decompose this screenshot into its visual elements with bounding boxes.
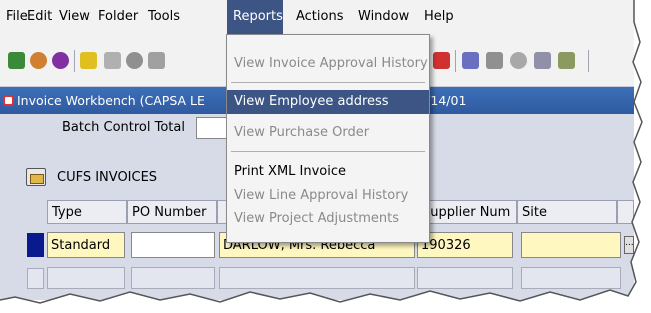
navigator-icon[interactable] bbox=[52, 52, 69, 69]
menu-reports[interactable]: Reports bbox=[227, 0, 283, 34]
menu-separator bbox=[231, 82, 425, 83]
record-indicator[interactable] bbox=[27, 268, 44, 289]
menu-actions[interactable]: Actions bbox=[293, 0, 347, 34]
folder-tools-icon[interactable] bbox=[558, 52, 575, 69]
new-icon[interactable] bbox=[8, 52, 25, 69]
form-window-icon bbox=[3, 95, 14, 106]
menu-folder[interactable]: Folder bbox=[95, 0, 141, 34]
attach-icon[interactable] bbox=[534, 52, 551, 69]
menu-item-view-purchase-order[interactable]: View Purchase Order bbox=[227, 121, 429, 145]
menu-separator bbox=[231, 151, 425, 152]
find-icon[interactable] bbox=[30, 52, 47, 69]
menu-item-print-xml-invoice[interactable]: Print XML Invoice bbox=[227, 160, 429, 184]
column-header-extra bbox=[617, 200, 634, 224]
column-header-po-number[interactable]: PO Number bbox=[127, 200, 217, 224]
folder-name-label: CUFS INVOICES bbox=[57, 170, 158, 185]
po-number-cell[interactable] bbox=[131, 267, 215, 289]
switch-icon[interactable] bbox=[126, 52, 143, 69]
batch-control-total-label: Batch Control Total bbox=[62, 120, 185, 135]
type-cell[interactable]: Standard bbox=[47, 232, 125, 258]
supplier-num-cell[interactable] bbox=[417, 267, 513, 289]
column-header-site[interactable]: Site bbox=[517, 200, 617, 224]
menu-help[interactable]: Help bbox=[421, 0, 457, 34]
toolbar-separator bbox=[455, 50, 456, 72]
site-cell[interactable] bbox=[521, 232, 621, 258]
toolbar-separator bbox=[588, 50, 589, 72]
supplier-num-cell[interactable]: 190326 bbox=[417, 232, 513, 258]
po-number-cell[interactable] bbox=[131, 232, 215, 258]
translate-icon[interactable] bbox=[510, 52, 527, 69]
toolbar-separator bbox=[74, 50, 75, 72]
screenshot-frame: File Edit View Folder Tools Reports Acti… bbox=[0, 0, 651, 313]
menu-item-view-project-adjustments[interactable]: View Project Adjustments bbox=[227, 207, 429, 231]
edit-icon[interactable] bbox=[462, 52, 479, 69]
list-of-values-button[interactable]: ... bbox=[624, 236, 634, 254]
print-icon[interactable] bbox=[148, 52, 165, 69]
reports-menu-dropdown: View Invoice Approval History View Emplo… bbox=[226, 34, 430, 243]
menu-item-view-line-approval-history[interactable]: View Line Approval History bbox=[227, 184, 429, 208]
menu-edit[interactable]: Edit bbox=[24, 0, 55, 34]
next-step-icon[interactable] bbox=[104, 52, 121, 69]
menu-item-view-employee-address[interactable]: View Employee address bbox=[227, 90, 429, 114]
folder-icon[interactable] bbox=[26, 168, 46, 186]
menu-item-view-invoice-approval-history[interactable]: View Invoice Approval History bbox=[227, 52, 429, 76]
zoom-icon[interactable] bbox=[486, 52, 503, 69]
supplier-name-cell[interactable] bbox=[219, 267, 415, 289]
save-icon[interactable] bbox=[80, 52, 97, 69]
column-header-type[interactable]: Type bbox=[47, 200, 127, 224]
menu-window[interactable]: Window bbox=[355, 0, 412, 34]
oracle-forms-window: File Edit View Folder Tools Reports Acti… bbox=[0, 0, 634, 300]
menu-tools[interactable]: Tools bbox=[145, 0, 183, 34]
menu-bar: File Edit View Folder Tools Reports Acti… bbox=[0, 0, 634, 34]
site-cell[interactable] bbox=[521, 267, 621, 289]
column-header-supplier-num[interactable]: Supplier Num bbox=[417, 200, 517, 224]
current-record-indicator[interactable] bbox=[27, 233, 44, 257]
close-form-icon[interactable] bbox=[433, 52, 450, 69]
type-cell[interactable] bbox=[47, 267, 125, 289]
form-title: Invoice Workbench (CAPSA LE bbox=[17, 93, 205, 108]
menu-view[interactable]: View bbox=[56, 0, 93, 34]
